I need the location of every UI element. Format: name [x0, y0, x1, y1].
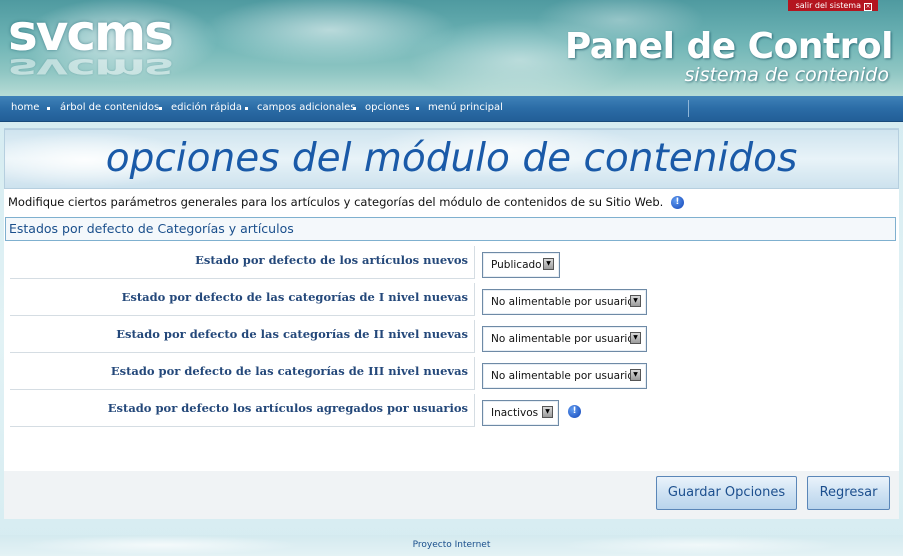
row-label-articles-new: Estado por defecto de los artículos nuev… — [195, 253, 468, 267]
content-panel: opciones del módulo de contenidos Modifi… — [4, 128, 899, 519]
form-row: Estado por defecto de los artículos nuev… — [10, 246, 475, 279]
nav-item-content-tree[interactable]: árbol de contenidos — [60, 96, 159, 120]
logo: svcms svcms — [8, 4, 208, 90]
select-cat-level-2[interactable]: No alimentable por usuarios ▼ — [482, 326, 647, 352]
form-row: Estado por defecto de las categorías de … — [10, 357, 475, 390]
row-label-cat-level-3: Estado por defecto de las categorías de … — [110, 364, 468, 378]
save-options-button[interactable]: Guardar Opciones — [656, 476, 797, 510]
chevron-down-icon: ▼ — [630, 369, 641, 381]
chevron-down-icon: ▼ — [543, 258, 554, 270]
page-title: opciones del módulo de contenidos — [105, 136, 798, 181]
select-value: Inactivos — [491, 407, 539, 419]
logout-link[interactable]: salir del sistema × — [787, 0, 878, 11]
nav-item-options[interactable]: opciones — [365, 96, 410, 120]
nav-item-main-menu[interactable]: menú principal — [428, 96, 503, 120]
close-icon: × — [864, 3, 872, 11]
nav-item-additional-fields[interactable]: campos adicionales — [257, 96, 355, 120]
header-banner: svcms svcms Panel de Control sistema de … — [0, 0, 903, 96]
row-label-cat-level-2: Estado por defecto de las categorías de … — [116, 327, 468, 341]
row-label-user-articles: Estado por defecto los artículos agregad… — [107, 401, 468, 415]
section-title: Estados por defecto de Categorías y artí… — [9, 221, 294, 236]
nav-separator-dot — [245, 107, 248, 110]
select-articles-new[interactable]: Publicado ▼ — [482, 252, 560, 278]
select-cat-level-3[interactable]: No alimentable por usuarios ▼ — [482, 363, 647, 389]
description-text: Modifique ciertos parámetros generales p… — [8, 195, 664, 209]
info-icon[interactable]: ! — [670, 196, 684, 209]
nav-separator-dot — [416, 107, 419, 110]
nav-separator-dot — [353, 107, 356, 110]
action-bar: Guardar Opciones Regresar — [4, 471, 899, 519]
select-value: No alimentable por usuarios — [491, 296, 640, 308]
main-nav: home árbol de contenidos edición rápida … — [0, 96, 903, 122]
logo-reflection: svcms — [8, 53, 172, 85]
panel-subtitle: sistema de contenido — [684, 64, 889, 86]
select-value: Publicado — [491, 259, 542, 271]
select-user-articles[interactable]: Inactivos ▼ — [482, 400, 559, 426]
chevron-down-icon: ▼ — [630, 332, 641, 344]
form-row: Estado por defecto los artículos agregad… — [10, 394, 475, 427]
nav-separator-dot — [159, 107, 162, 110]
chevron-down-icon: ▼ — [630, 295, 641, 307]
panel-title: Panel de Control — [564, 26, 894, 67]
form-row: Estado por defecto de las categorías de … — [10, 320, 475, 353]
row-label-cat-level-1: Estado por defecto de las categorías de … — [121, 290, 468, 304]
nav-divider — [688, 100, 689, 117]
logout-label: salir del sistema — [795, 1, 861, 10]
page-description: Modifique ciertos parámetros generales p… — [8, 195, 868, 211]
page-title-band: opciones del módulo de contenidos — [4, 129, 899, 189]
nav-separator-dot — [47, 107, 50, 110]
info-icon[interactable]: ! — [568, 405, 581, 418]
form-row: Estado por defecto de las categorías de … — [10, 283, 475, 316]
chevron-down-icon: ▼ — [542, 406, 553, 418]
footer-text: Proyecto Internet — [412, 540, 491, 550]
select-cat-level-1[interactable]: No alimentable por usuarios ▼ — [482, 289, 647, 315]
select-value: No alimentable por usuarios — [491, 370, 640, 382]
nav-item-home[interactable]: home — [11, 96, 39, 120]
nav-item-quick-edit[interactable]: edición rápida — [171, 96, 242, 120]
back-button[interactable]: Regresar — [807, 476, 890, 510]
footer: Proyecto Internet — [0, 535, 903, 556]
select-value: No alimentable por usuarios — [491, 333, 640, 345]
section-header: Estados por defecto de Categorías y artí… — [5, 217, 896, 241]
